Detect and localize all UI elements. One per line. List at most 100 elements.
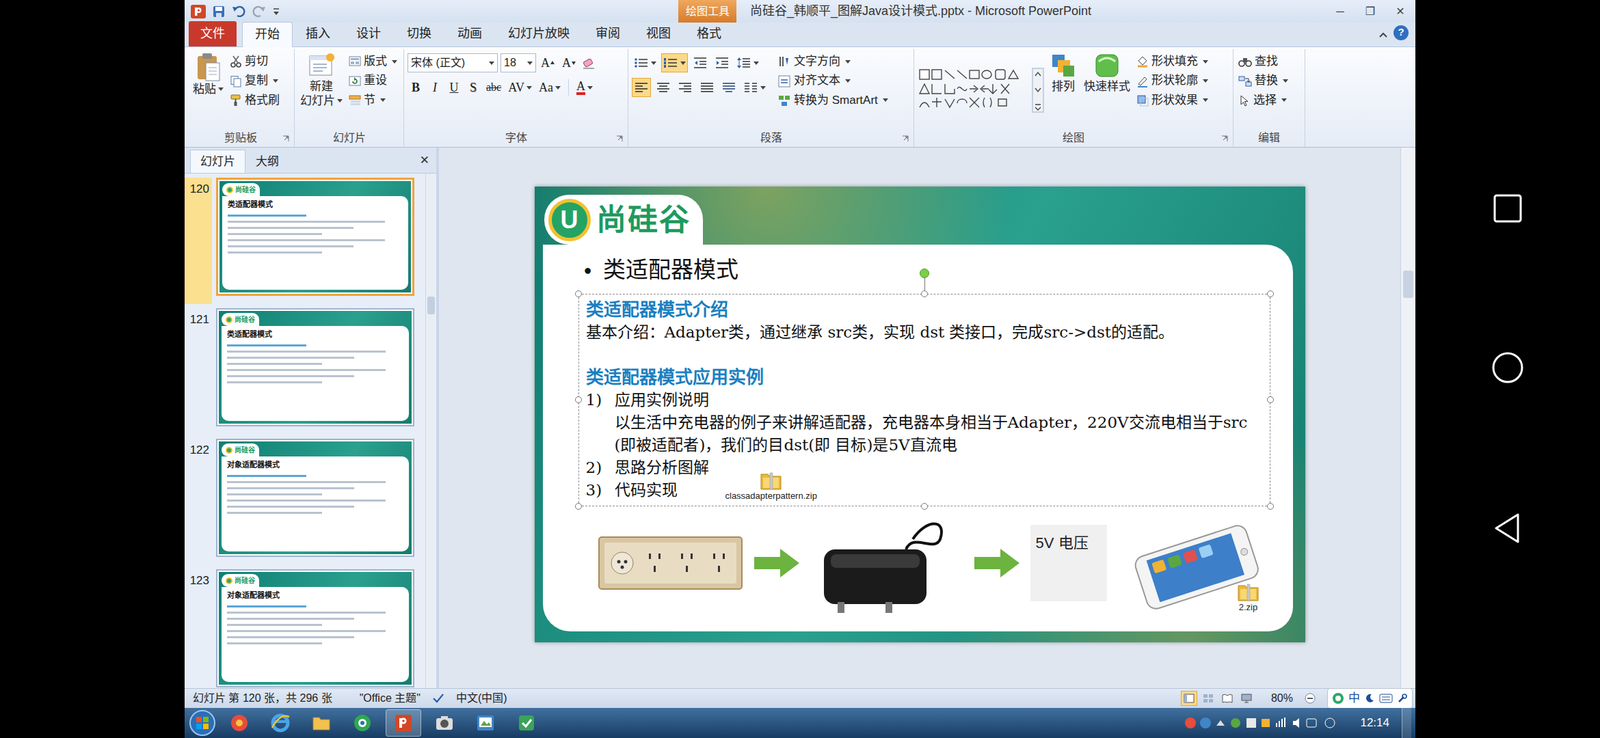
replace-button[interactable]: 替换	[1236, 72, 1290, 89]
ribbon-tab[interactable]: 幻灯片放映	[495, 21, 583, 47]
dialog-launcher-icon[interactable]	[616, 135, 623, 143]
view-button[interactable]	[1180, 691, 1198, 707]
ime-toolbar[interactable]: 中	[1327, 688, 1413, 710]
spacing-button[interactable]: AV	[505, 77, 535, 98]
taskbar-app[interactable]	[344, 709, 381, 738]
ribbon-tab[interactable]: 格式	[683, 21, 735, 47]
close-button[interactable]: ✕	[1385, 3, 1416, 20]
section-button[interactable]: 节	[347, 92, 399, 109]
paragraph-toggle[interactable]	[653, 77, 673, 98]
start-button-icon[interactable]	[188, 709, 217, 738]
view-button[interactable]	[1238, 691, 1255, 707]
zoom-level[interactable]: 80%	[1271, 690, 1293, 708]
clear-formatting-icon[interactable]	[581, 56, 597, 70]
slide-thumbnail[interactable]: 122尚硅谷对象适配器模式	[184, 434, 426, 566]
ime-mode[interactable]: 中	[1348, 689, 1360, 708]
dialog-launcher-icon[interactable]	[282, 135, 290, 143]
paragraph-toggle[interactable]	[719, 77, 739, 98]
zoom-out-icon[interactable]	[1303, 692, 1317, 705]
grow-font-button[interactable]: A	[538, 53, 558, 73]
clock[interactable]: 12:14	[1353, 714, 1397, 733]
dialog-launcher-icon[interactable]	[901, 135, 909, 143]
show-desktop-button[interactable]	[1401, 708, 1412, 738]
attachment[interactable]: classadapterpattern.zip	[725, 470, 818, 502]
panel-close-button[interactable]: ✕	[412, 147, 437, 174]
new-slide-button[interactable]: 新建幻灯片	[298, 50, 345, 130]
shapes-gallery-icon[interactable]	[917, 50, 1045, 130]
undo-icon[interactable]	[231, 4, 247, 19]
arrange-button[interactable]: 排列	[1047, 50, 1079, 130]
ribbon-tab[interactable]: 视图	[633, 21, 684, 47]
editor-scrollbar[interactable]	[1400, 147, 1416, 689]
back-icon[interactable]	[1491, 511, 1524, 546]
reset-button[interactable]: 重设	[347, 72, 399, 89]
resize-handle[interactable]	[575, 503, 582, 511]
shrink-font-button[interactable]: A	[560, 53, 579, 73]
shadow-button[interactable]: S	[464, 77, 482, 98]
font-name-field[interactable]: 宋体 (正文)	[407, 53, 498, 73]
panel-tab[interactable]: 大纲	[245, 149, 290, 174]
taskbar-app[interactable]	[508, 709, 545, 738]
text-box[interactable]: 类适配器模式介绍基本介绍：Adapter类，通过继承 src类，实现 dst 类…	[578, 294, 1271, 507]
change-case-button[interactable]: Aa	[536, 77, 563, 98]
text-direction-button[interactable]: 文字方向	[776, 53, 890, 70]
smartart-button[interactable]: 转换为 SmartArt	[776, 92, 890, 109]
paragraph-toggle[interactable]	[697, 77, 717, 98]
taskbar-app[interactable]	[426, 709, 463, 738]
bold-button[interactable]: B	[407, 77, 424, 98]
italic-button[interactable]: I	[426, 77, 444, 98]
attachment[interactable]: 2.zip	[1236, 581, 1261, 614]
dialog-launcher-icon[interactable]	[1221, 135, 1229, 143]
ribbon-tab[interactable]: 审阅	[582, 21, 634, 47]
customize-toolbar-icon[interactable]	[272, 6, 281, 17]
strikethrough-button[interactable]: abc	[484, 77, 504, 98]
ribbon-tab[interactable]: 插入	[292, 21, 344, 47]
ribbon-tab[interactable]: 开始	[242, 21, 293, 48]
resize-handle[interactable]	[1267, 290, 1274, 298]
font-size-field[interactable]: 18	[500, 53, 537, 73]
underline-button[interactable]: U	[445, 77, 463, 98]
paragraph-toggle[interactable]	[661, 53, 688, 73]
resize-handle[interactable]	[921, 290, 928, 298]
recent-apps-icon[interactable]	[1491, 192, 1524, 225]
help-button[interactable]: ?	[1393, 25, 1409, 41]
slide-thumbnail[interactable]: 123尚硅谷对象适配器模式	[184, 565, 426, 689]
quick-styles-button[interactable]: 快速样式	[1081, 50, 1133, 130]
paste-button[interactable]: 粘贴	[190, 50, 226, 130]
scrollbar-thumb[interactable]	[1403, 270, 1414, 299]
home-icon[interactable]	[1490, 350, 1525, 385]
rotate-handle[interactable]	[919, 268, 930, 279]
slide-thumbnail[interactable]: 121尚硅谷类适配器模式	[184, 304, 426, 435]
shape-fill-button[interactable]: 形状填充	[1135, 53, 1210, 70]
copy-button[interactable]: 复制	[228, 72, 282, 89]
font-color-button[interactable]: A	[574, 77, 595, 98]
cut-button[interactable]: 剪切	[228, 53, 282, 70]
shape-effects-button[interactable]: 形状效果	[1135, 92, 1210, 109]
ribbon-tab[interactable]: 设计	[343, 21, 394, 47]
scrollbar-thumb[interactable]	[427, 296, 435, 315]
minimize-ribbon-icon[interactable]	[1378, 31, 1389, 39]
ribbon-tab[interactable]: 动画	[444, 21, 496, 47]
shape-outline-button[interactable]: 形状轮廓	[1135, 72, 1210, 89]
view-button[interactable]	[1219, 691, 1236, 707]
paragraph-toggle[interactable]	[734, 53, 762, 73]
resize-handle[interactable]	[1267, 503, 1274, 511]
taskbar-app[interactable]	[262, 709, 299, 738]
find-button[interactable]: 查找	[1236, 53, 1290, 70]
format-painter-button[interactable]: 格式刷	[228, 92, 282, 109]
paragraph-toggle[interactable]	[675, 77, 695, 98]
taskbar-app[interactable]	[467, 709, 504, 738]
taskbar-app[interactable]	[221, 709, 258, 738]
view-button[interactable]	[1200, 691, 1217, 707]
ribbon-tab[interactable]: 文件	[188, 21, 237, 47]
panel-scrollbar[interactable]	[425, 173, 437, 689]
layout-button[interactable]: 版式	[347, 53, 399, 70]
paragraph-toggle[interactable]	[690, 53, 710, 73]
resize-handle[interactable]	[1267, 396, 1274, 404]
panel-tab[interactable]: 幻灯片	[190, 149, 246, 174]
paragraph-toggle[interactable]	[631, 53, 659, 73]
minimize-button[interactable]: ─	[1325, 3, 1356, 20]
resize-handle[interactable]	[575, 396, 582, 404]
paragraph-toggle[interactable]	[741, 77, 768, 98]
paragraph-toggle[interactable]	[712, 53, 732, 73]
